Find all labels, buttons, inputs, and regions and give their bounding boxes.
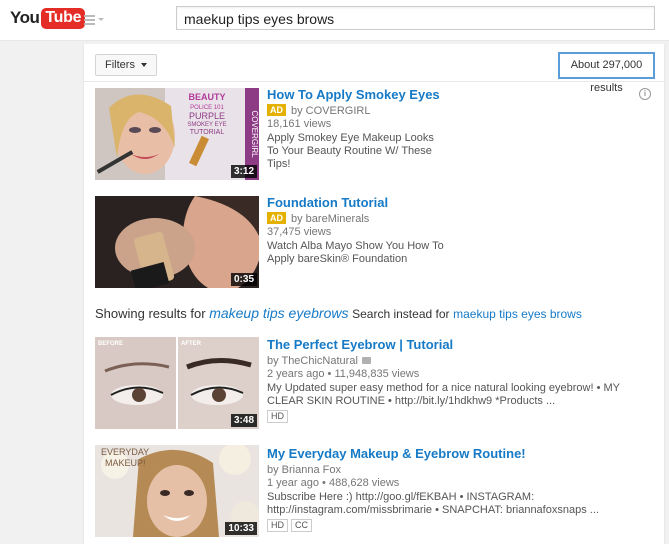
video-age: 2 years ago xyxy=(267,368,325,380)
video-badges: HD CC xyxy=(267,518,315,532)
ad-title-link[interactable]: How To Apply Smokey Eyes xyxy=(267,87,440,102)
masthead: You Tube maekup tips eyes brows xyxy=(0,0,669,41)
filters-button[interactable]: Filters xyxy=(95,54,157,76)
search-input[interactable]: maekup tips eyes brows xyxy=(176,6,655,30)
video-age: 1 year ago xyxy=(267,477,319,489)
video-title-link[interactable]: My Everyday Makeup & Eyebrow Routine! xyxy=(267,446,526,461)
video-channel-row: by TheChicNatural xyxy=(267,354,371,368)
thumb-makeup-text: MAKEUP! xyxy=(105,458,146,468)
ad-views: 18,161 views xyxy=(267,118,332,130)
video-channel[interactable]: by TheChicNatural xyxy=(267,355,358,367)
thumb-smokey-text: SMOKEY EYE xyxy=(187,122,226,128)
ad-channel[interactable]: by bareMinerals xyxy=(291,213,369,225)
video-channel[interactable]: by Brianna Fox xyxy=(267,463,341,477)
video-duration: 0:35 xyxy=(230,273,257,286)
video-thumbnail[interactable]: BEFORE AFTER 3:48 xyxy=(95,337,259,429)
video-views: 11,948,835 views xyxy=(334,368,420,380)
video-stats: 1 year ago • 488,628 views xyxy=(267,477,400,489)
thumb-before-text: BEFORE xyxy=(98,341,123,347)
logo-tube-text: Tube xyxy=(41,7,86,29)
video-description: My Updated super easy method for a nice … xyxy=(267,382,620,407)
showing-prefix: Showing results for xyxy=(95,306,206,321)
results-panel: Filters About 297,000 results COVERGIRL … xyxy=(84,44,664,544)
spelling-correction: Showing results for makeup tips eyebrows… xyxy=(95,305,582,321)
video-title-link[interactable]: The Perfect Eyebrow | Tutorial xyxy=(267,337,453,352)
thumb-tutorial-text: TUTORIAL xyxy=(190,129,225,136)
ad-channel[interactable]: by COVERGIRL xyxy=(291,105,370,117)
ad-description: Apply Smokey Eye Makeup Looks To Your Be… xyxy=(267,132,434,170)
verified-icon xyxy=(361,357,371,364)
guide-menu-icon[interactable] xyxy=(84,14,104,26)
video-duration: 10:33 xyxy=(225,522,257,535)
filters-label: Filters xyxy=(105,59,135,71)
video-description: Subscribe Here :) http://goo.gl/fEKBAH •… xyxy=(267,491,599,516)
original-query-link[interactable]: maekup tips eyes brows xyxy=(453,307,582,321)
ad-badge: AD xyxy=(267,104,286,116)
video-duration: 3:48 xyxy=(230,414,257,427)
ad-title-link[interactable]: Foundation Tutorial xyxy=(267,195,388,210)
result-count: About 297,000 results xyxy=(558,52,655,94)
logo-you-text: You xyxy=(10,8,40,27)
video-badges: HD xyxy=(267,409,291,423)
ad-thumbnail[interactable]: COVERGIRL BEAUTY POLICE 101 PURPLE SMOKE… xyxy=(95,88,259,180)
ad-meta: AD by COVERGIRL xyxy=(267,104,370,118)
thumb-beauty-text: BEAUTY xyxy=(188,92,225,102)
info-icon[interactable]: i xyxy=(639,88,651,100)
hd-badge: HD xyxy=(267,410,288,423)
youtube-logo[interactable]: You Tube xyxy=(10,6,86,30)
ad-badge: AD xyxy=(267,212,286,224)
chevron-down-icon xyxy=(140,63,147,67)
cc-badge: CC xyxy=(291,519,312,532)
hd-badge: HD xyxy=(267,519,288,532)
ad-views: 37,475 views xyxy=(267,226,332,238)
thumb-purple-text: PURPLE xyxy=(189,111,225,121)
ad-description: Watch Alba Mayo Show You How To Apply ba… xyxy=(267,240,444,265)
video-stats: 2 years ago • 11,948,835 views xyxy=(267,368,420,380)
thumb-brand-text: COVERGIRL xyxy=(250,110,259,158)
instead-prefix: Search instead for xyxy=(352,307,450,321)
ad-meta: AD by bareMinerals xyxy=(267,212,369,226)
corrected-query-link[interactable]: makeup tips eyebrows xyxy=(209,305,348,321)
video-views: 488,628 views xyxy=(328,477,400,489)
thumb-after-text: AFTER xyxy=(181,341,202,347)
video-duration: 3:12 xyxy=(230,165,257,178)
video-thumbnail[interactable]: EVERYDAY MAKEUP! 10:33 xyxy=(95,445,259,537)
thumb-everyday-text: EVERYDAY xyxy=(101,447,149,457)
divider xyxy=(84,81,664,82)
ad-thumbnail[interactable]: 0:35 xyxy=(95,196,259,288)
